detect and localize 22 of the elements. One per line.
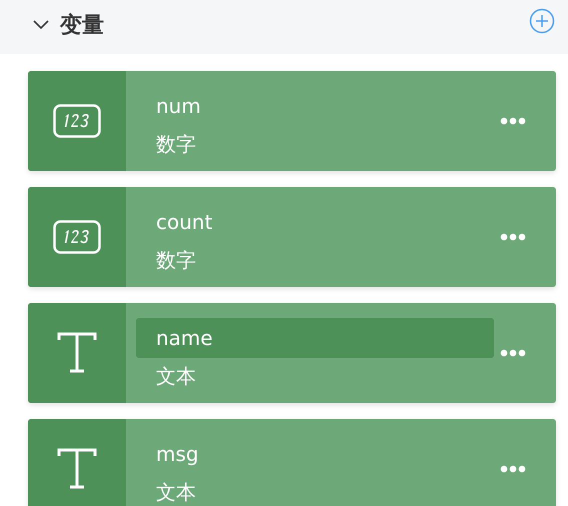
variable-name[interactable]: num — [136, 86, 494, 126]
more-icon[interactable] — [500, 465, 526, 473]
variable-name[interactable]: count — [136, 202, 494, 242]
number-badge-icon — [53, 220, 101, 254]
variable-card[interactable]: num 数字 — [28, 71, 556, 171]
text-type-icon — [57, 448, 97, 490]
variable-name[interactable]: name — [136, 318, 494, 358]
more-icon[interactable] — [500, 349, 526, 357]
variable-type: 数字 — [155, 130, 197, 158]
more-icon[interactable] — [500, 117, 526, 125]
variable-name[interactable]: msg — [136, 434, 494, 474]
add-icon[interactable] — [529, 8, 555, 34]
more-icon[interactable] — [500, 233, 526, 241]
section-title: 变量 — [60, 12, 104, 40]
variable-card[interactable]: count 数字 — [28, 187, 556, 287]
variable-type: 文本 — [155, 362, 197, 390]
variable-type: 数字 — [155, 246, 197, 274]
variable-type: 文本 — [155, 478, 197, 506]
variable-card[interactable]: name 文本 — [28, 303, 556, 403]
text-type-icon — [57, 332, 97, 374]
variable-card[interactable]: msg 文本 — [28, 419, 556, 506]
number-badge-icon — [53, 104, 101, 138]
